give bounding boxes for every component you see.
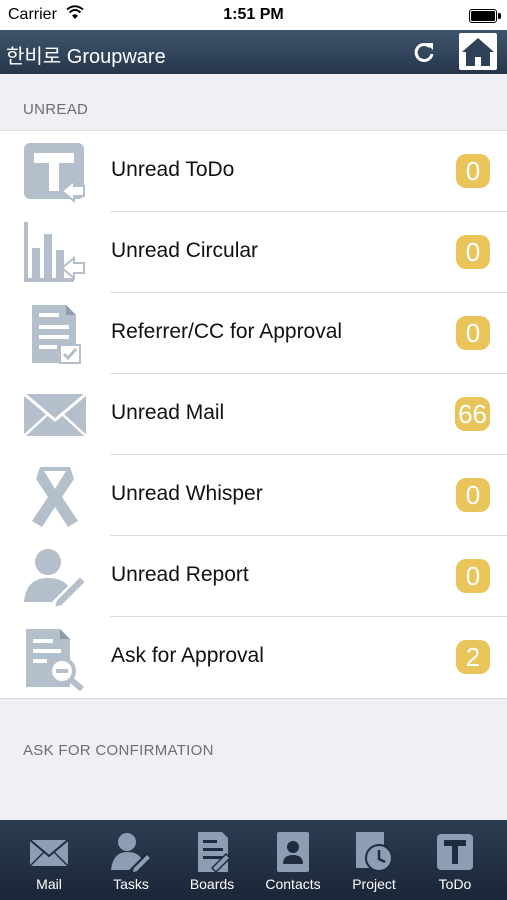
list-item-unread-whisper[interactable]: Unread Whisper 0: [0, 455, 507, 536]
count-badge: 0: [456, 559, 490, 593]
todo-icon: [437, 834, 473, 870]
count-badge: 66: [455, 397, 490, 431]
todo-icon: [24, 143, 85, 204]
home-icon: [462, 38, 494, 66]
tab-label: Contacts: [265, 876, 321, 892]
tab-project[interactable]: Project: [332, 820, 416, 900]
tab-boards[interactable]: Boards: [170, 820, 254, 900]
tab-label: Tasks: [113, 876, 149, 892]
count-badge: 0: [456, 235, 490, 269]
count-badge: 0: [456, 478, 490, 512]
unread-list: Unread ToDo 0 Unread Circular 0 Referrer…: [0, 130, 507, 699]
section-header-unread: UNREAD: [23, 101, 89, 118]
mail-icon: [29, 839, 69, 867]
count-badge: 0: [456, 154, 490, 188]
item-label: Unread Circular: [111, 239, 259, 262]
tab-contacts[interactable]: Contacts: [251, 820, 335, 900]
report-user-pencil-icon: [24, 549, 88, 610]
list-item-unread-report[interactable]: Unread Report 0: [0, 536, 507, 617]
tab-tasks[interactable]: Tasks: [89, 820, 173, 900]
approval-document-icon: [32, 305, 81, 364]
item-label: Unread ToDo: [111, 158, 235, 181]
list-item-unread-mail[interactable]: Unread Mail 66: [0, 374, 507, 455]
home-button[interactable]: [459, 33, 497, 70]
list-item-ask-for-approval[interactable]: Ask for Approval 2: [0, 617, 507, 698]
battery-icon: [469, 9, 501, 23]
item-label: Ask for Approval: [111, 644, 264, 667]
tasks-icon: [111, 833, 151, 874]
whisper-ribbon-icon: [32, 467, 78, 527]
tab-label: ToDo: [438, 876, 472, 892]
section-header-ask-for-confirmation: ASK FOR CONFIRMATION: [23, 742, 214, 759]
app-title: 한비로 Groupware: [6, 46, 166, 68]
item-label: Unread Report: [111, 563, 249, 586]
contacts-icon: [277, 832, 309, 872]
project-clock-icon: [356, 832, 393, 872]
mail-envelope-icon: [23, 392, 87, 437]
tab-label: Boards: [189, 876, 235, 892]
search-document-icon: [26, 629, 84, 691]
tab-todo[interactable]: ToDo: [413, 820, 497, 900]
tab-mail[interactable]: Mail: [7, 820, 91, 900]
item-label: Unread Whisper: [111, 482, 263, 505]
count-badge: 0: [456, 316, 490, 350]
list-item-unread-circular[interactable]: Unread Circular 0: [0, 212, 507, 293]
count-badge: 2: [456, 640, 490, 674]
status-bar: Carrier 1:51 PM: [0, 0, 507, 30]
item-label: Unread Mail: [111, 401, 225, 424]
boards-icon: [198, 832, 232, 874]
list-item-referrer-cc[interactable]: Referrer/CC for Approval 0: [0, 293, 507, 374]
nav-bar: 한비로 Groupware: [0, 30, 507, 74]
list-item-unread-todo[interactable]: Unread ToDo 0: [0, 131, 507, 212]
refresh-icon[interactable]: [410, 38, 438, 66]
circular-chart-icon: [24, 222, 85, 282]
tab-bar: Mail Tasks Boards Contacts Project ToDo: [0, 820, 507, 900]
tab-label: Mail: [36, 876, 62, 892]
clock: 1:51 PM: [223, 6, 284, 23]
tab-label: Project: [352, 876, 396, 892]
item-label: Referrer/CC for Approval: [111, 320, 343, 343]
